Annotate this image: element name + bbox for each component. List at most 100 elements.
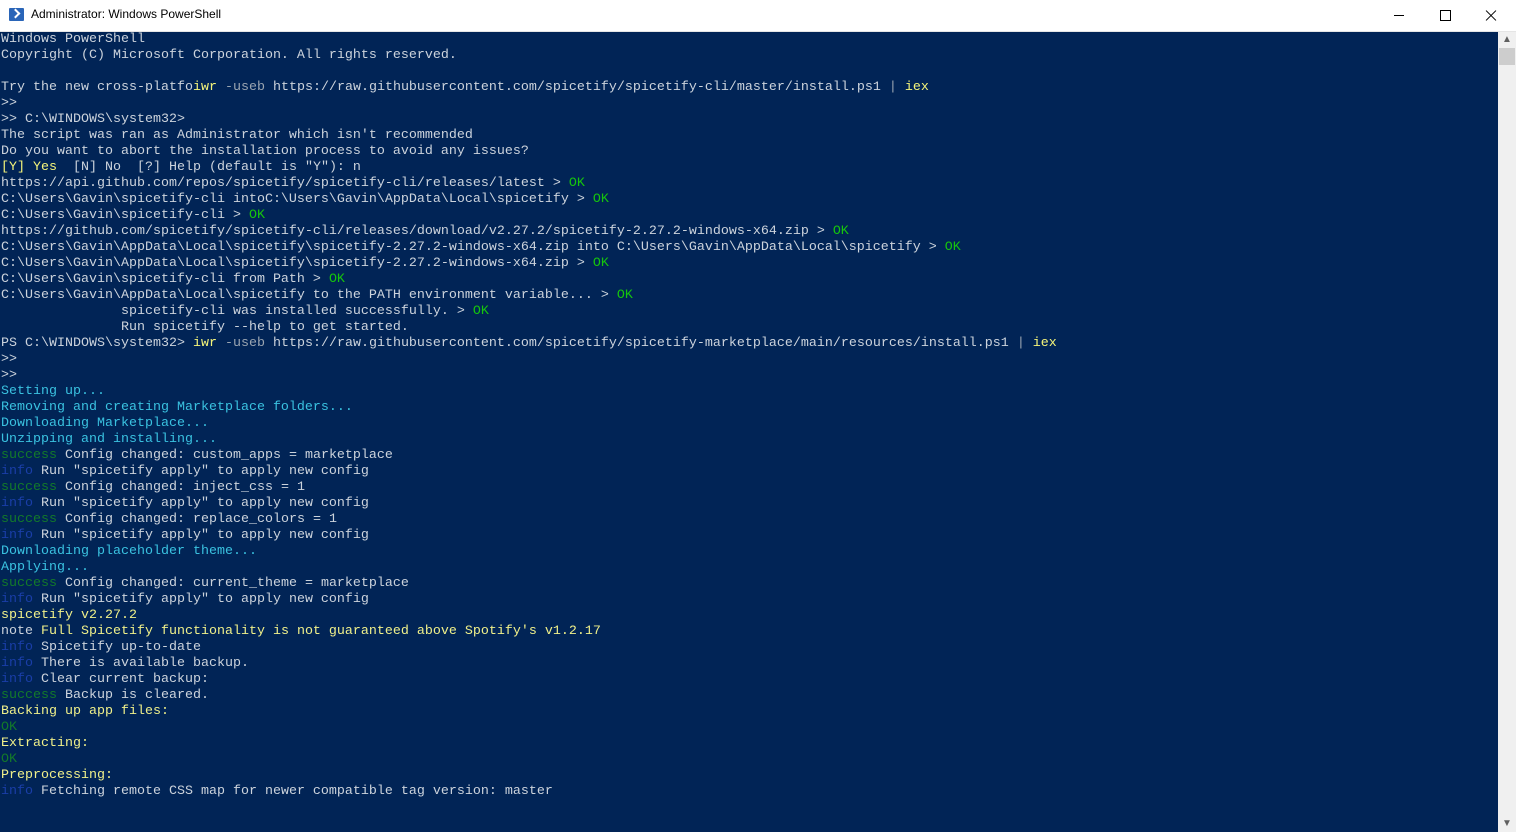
console-text-segment: OK	[473, 304, 489, 319]
console-text-segment: Run "spicetify apply" to apply new confi…	[33, 592, 369, 607]
console-text-segment: Backing up app files:	[1, 704, 169, 719]
console-text-segment: https://api.github.com/repos/spicetify/s…	[1, 176, 569, 191]
console-text-segment: >>	[1, 352, 17, 367]
console-output[interactable]: Windows PowerShellCopyright (C) Microsof…	[0, 32, 1498, 832]
console-line: >>	[0, 368, 1498, 384]
console-line: C:\Users\Gavin\AppData\Local\spicetify\s…	[0, 256, 1498, 272]
console-line: Downloading Marketplace...	[0, 416, 1498, 432]
console-text-segment: OK	[617, 288, 633, 303]
console-line: >> C:\WINDOWS\system32>	[0, 112, 1498, 128]
console-text-segment: info	[1, 496, 33, 511]
console-text-segment: OK	[329, 272, 345, 287]
console-text-segment: note	[1, 624, 33, 639]
scrollbar-thumb[interactable]	[1499, 48, 1515, 65]
close-button[interactable]	[1468, 0, 1514, 31]
console-line: Do you want to abort the installation pr…	[0, 144, 1498, 160]
console-line: info Run "spicetify apply" to apply new …	[0, 496, 1498, 512]
console-text-segment: info	[1, 672, 33, 687]
console-line: Unzipping and installing...	[0, 432, 1498, 448]
console-line: C:\Users\Gavin\spicetify-cli from Path >…	[0, 272, 1498, 288]
console-line: info Fetching remote CSS map for newer c…	[0, 784, 1498, 800]
console-line: Preprocessing:	[0, 768, 1498, 784]
console-text-segment: iex	[1025, 336, 1057, 351]
console-text-segment: Full Spicetify functionality is not guar…	[33, 624, 601, 639]
console-text-segment: Do you want to abort the installation pr…	[1, 144, 529, 159]
console-text-segment: Downloading placeholder theme...	[1, 544, 257, 559]
console-text-segment: success	[1, 480, 57, 495]
console-text-segment: OK	[1, 720, 17, 735]
console-text-segment: >> C:\WINDOWS\system32>	[1, 112, 185, 127]
console-text-segment: Backup is cleared.	[57, 688, 209, 703]
console-line: spicetify v2.27.2	[0, 608, 1498, 624]
console-line: info Run "spicetify apply" to apply new …	[0, 464, 1498, 480]
console-line: OK	[0, 752, 1498, 768]
console-line	[0, 64, 1498, 80]
maximize-button[interactable]	[1422, 0, 1468, 31]
console-text-segment: Run "spicetify apply" to apply new confi…	[33, 464, 369, 479]
console-line: Windows PowerShell	[0, 32, 1498, 48]
vertical-scrollbar[interactable]: ▲ ▼	[1498, 32, 1516, 832]
console-text-segment: Clear current backup:	[33, 672, 209, 687]
console-text-segment: OK	[593, 192, 609, 207]
console-text-segment: spicetify v2.27.2	[1, 608, 137, 623]
console-line: C:\Users\Gavin\AppData\Local\spicetify t…	[0, 288, 1498, 304]
console-text-segment: Preprocessing:	[1, 768, 113, 783]
console-text-segment: info	[1, 464, 33, 479]
console-text-segment: success	[1, 512, 57, 527]
console-line: Backing up app files:	[0, 704, 1498, 720]
console-line: C:\Users\Gavin\spicetify-cli > OK	[0, 208, 1498, 224]
console-text-segment: OK	[569, 176, 585, 191]
console-text-segment: Extracting:	[1, 736, 89, 751]
console-text-segment: info	[1, 592, 33, 607]
console-text-segment: [N] No [?] Help (default is "Y"): n	[57, 160, 361, 175]
console-line: success Config changed: inject_css = 1	[0, 480, 1498, 496]
console-line: success Config changed: replace_colors =…	[0, 512, 1498, 528]
console-line: info Clear current backup:	[0, 672, 1498, 688]
console-line: info There is available backup.	[0, 656, 1498, 672]
console-text-segment: PS C:\WINDOWS\system32>	[1, 336, 193, 351]
console-text-segment: success	[1, 448, 57, 463]
chevron-down-icon[interactable]: ▼	[1498, 816, 1516, 832]
window-title: Administrator: Windows PowerShell	[31, 7, 221, 21]
console-text-segment: Unzipping and installing...	[1, 432, 217, 447]
console-line: [Y] Yes [N] No [?] Help (default is "Y")…	[0, 160, 1498, 176]
console-text-segment: There is available backup.	[33, 656, 249, 671]
console-text-segment: spicetify-cli was installed successfully…	[1, 304, 473, 319]
console-text-segment: Downloading Marketplace...	[1, 416, 209, 431]
console-line: info Spicetify up-to-date	[0, 640, 1498, 656]
console-text-segment: https://raw.githubusercontent.com/spicet…	[265, 80, 889, 95]
console-text-segment: -useb	[217, 336, 265, 351]
console-text-segment: iwr	[193, 336, 217, 351]
console-text-segment: info	[1, 640, 33, 655]
console-line: success Backup is cleared.	[0, 688, 1498, 704]
console-text-segment: Fetching remote CSS map for newer compat…	[33, 784, 553, 799]
console-text-segment: C:\Users\Gavin\AppData\Local\spicetify\s…	[1, 256, 593, 271]
console-text-segment: iex	[897, 80, 929, 95]
console-line: >>	[0, 352, 1498, 368]
console-text-segment: https://raw.githubusercontent.com/spicet…	[265, 336, 1017, 351]
console-text-segment: Applying...	[1, 560, 89, 575]
console-text-segment: Config changed: replace_colors = 1	[57, 512, 337, 527]
console-text-segment: OK	[945, 240, 961, 255]
title-bar: Administrator: Windows PowerShell	[0, 0, 1516, 32]
console-text-segment: iwr	[193, 80, 217, 95]
console-text-segment: The script was ran as Administrator whic…	[1, 128, 473, 143]
console-text-segment: Config changed: inject_css = 1	[57, 480, 305, 495]
minimize-button[interactable]	[1376, 0, 1422, 31]
console-line: https://api.github.com/repos/spicetify/s…	[0, 176, 1498, 192]
console-line: Removing and creating Marketplace folder…	[0, 400, 1498, 416]
console-text-segment: Try the new cross-platfo	[1, 80, 193, 95]
console-text-segment: Run spicetify --help to get started.	[1, 320, 409, 335]
console-line: Try the new cross-platfoiwr -useb https:…	[0, 80, 1498, 96]
console-text-segment: >>	[1, 368, 17, 383]
console-text-segment: Config changed: custom_apps = marketplac…	[57, 448, 393, 463]
console-text-segment: OK	[249, 208, 265, 223]
console-line: Run spicetify --help to get started.	[0, 320, 1498, 336]
console-text-segment: success	[1, 688, 57, 703]
console-text-segment: C:\Users\Gavin\spicetify-cli >	[1, 208, 249, 223]
console-text-segment: C:\Users\Gavin\AppData\Local\spicetify t…	[1, 288, 617, 303]
console-text-segment: Run "spicetify apply" to apply new confi…	[33, 496, 369, 511]
chevron-up-icon[interactable]: ▲	[1498, 32, 1516, 48]
console-line: PS C:\WINDOWS\system32> iwr -useb https:…	[0, 336, 1498, 352]
console-line: info Run "spicetify apply" to apply new …	[0, 528, 1498, 544]
